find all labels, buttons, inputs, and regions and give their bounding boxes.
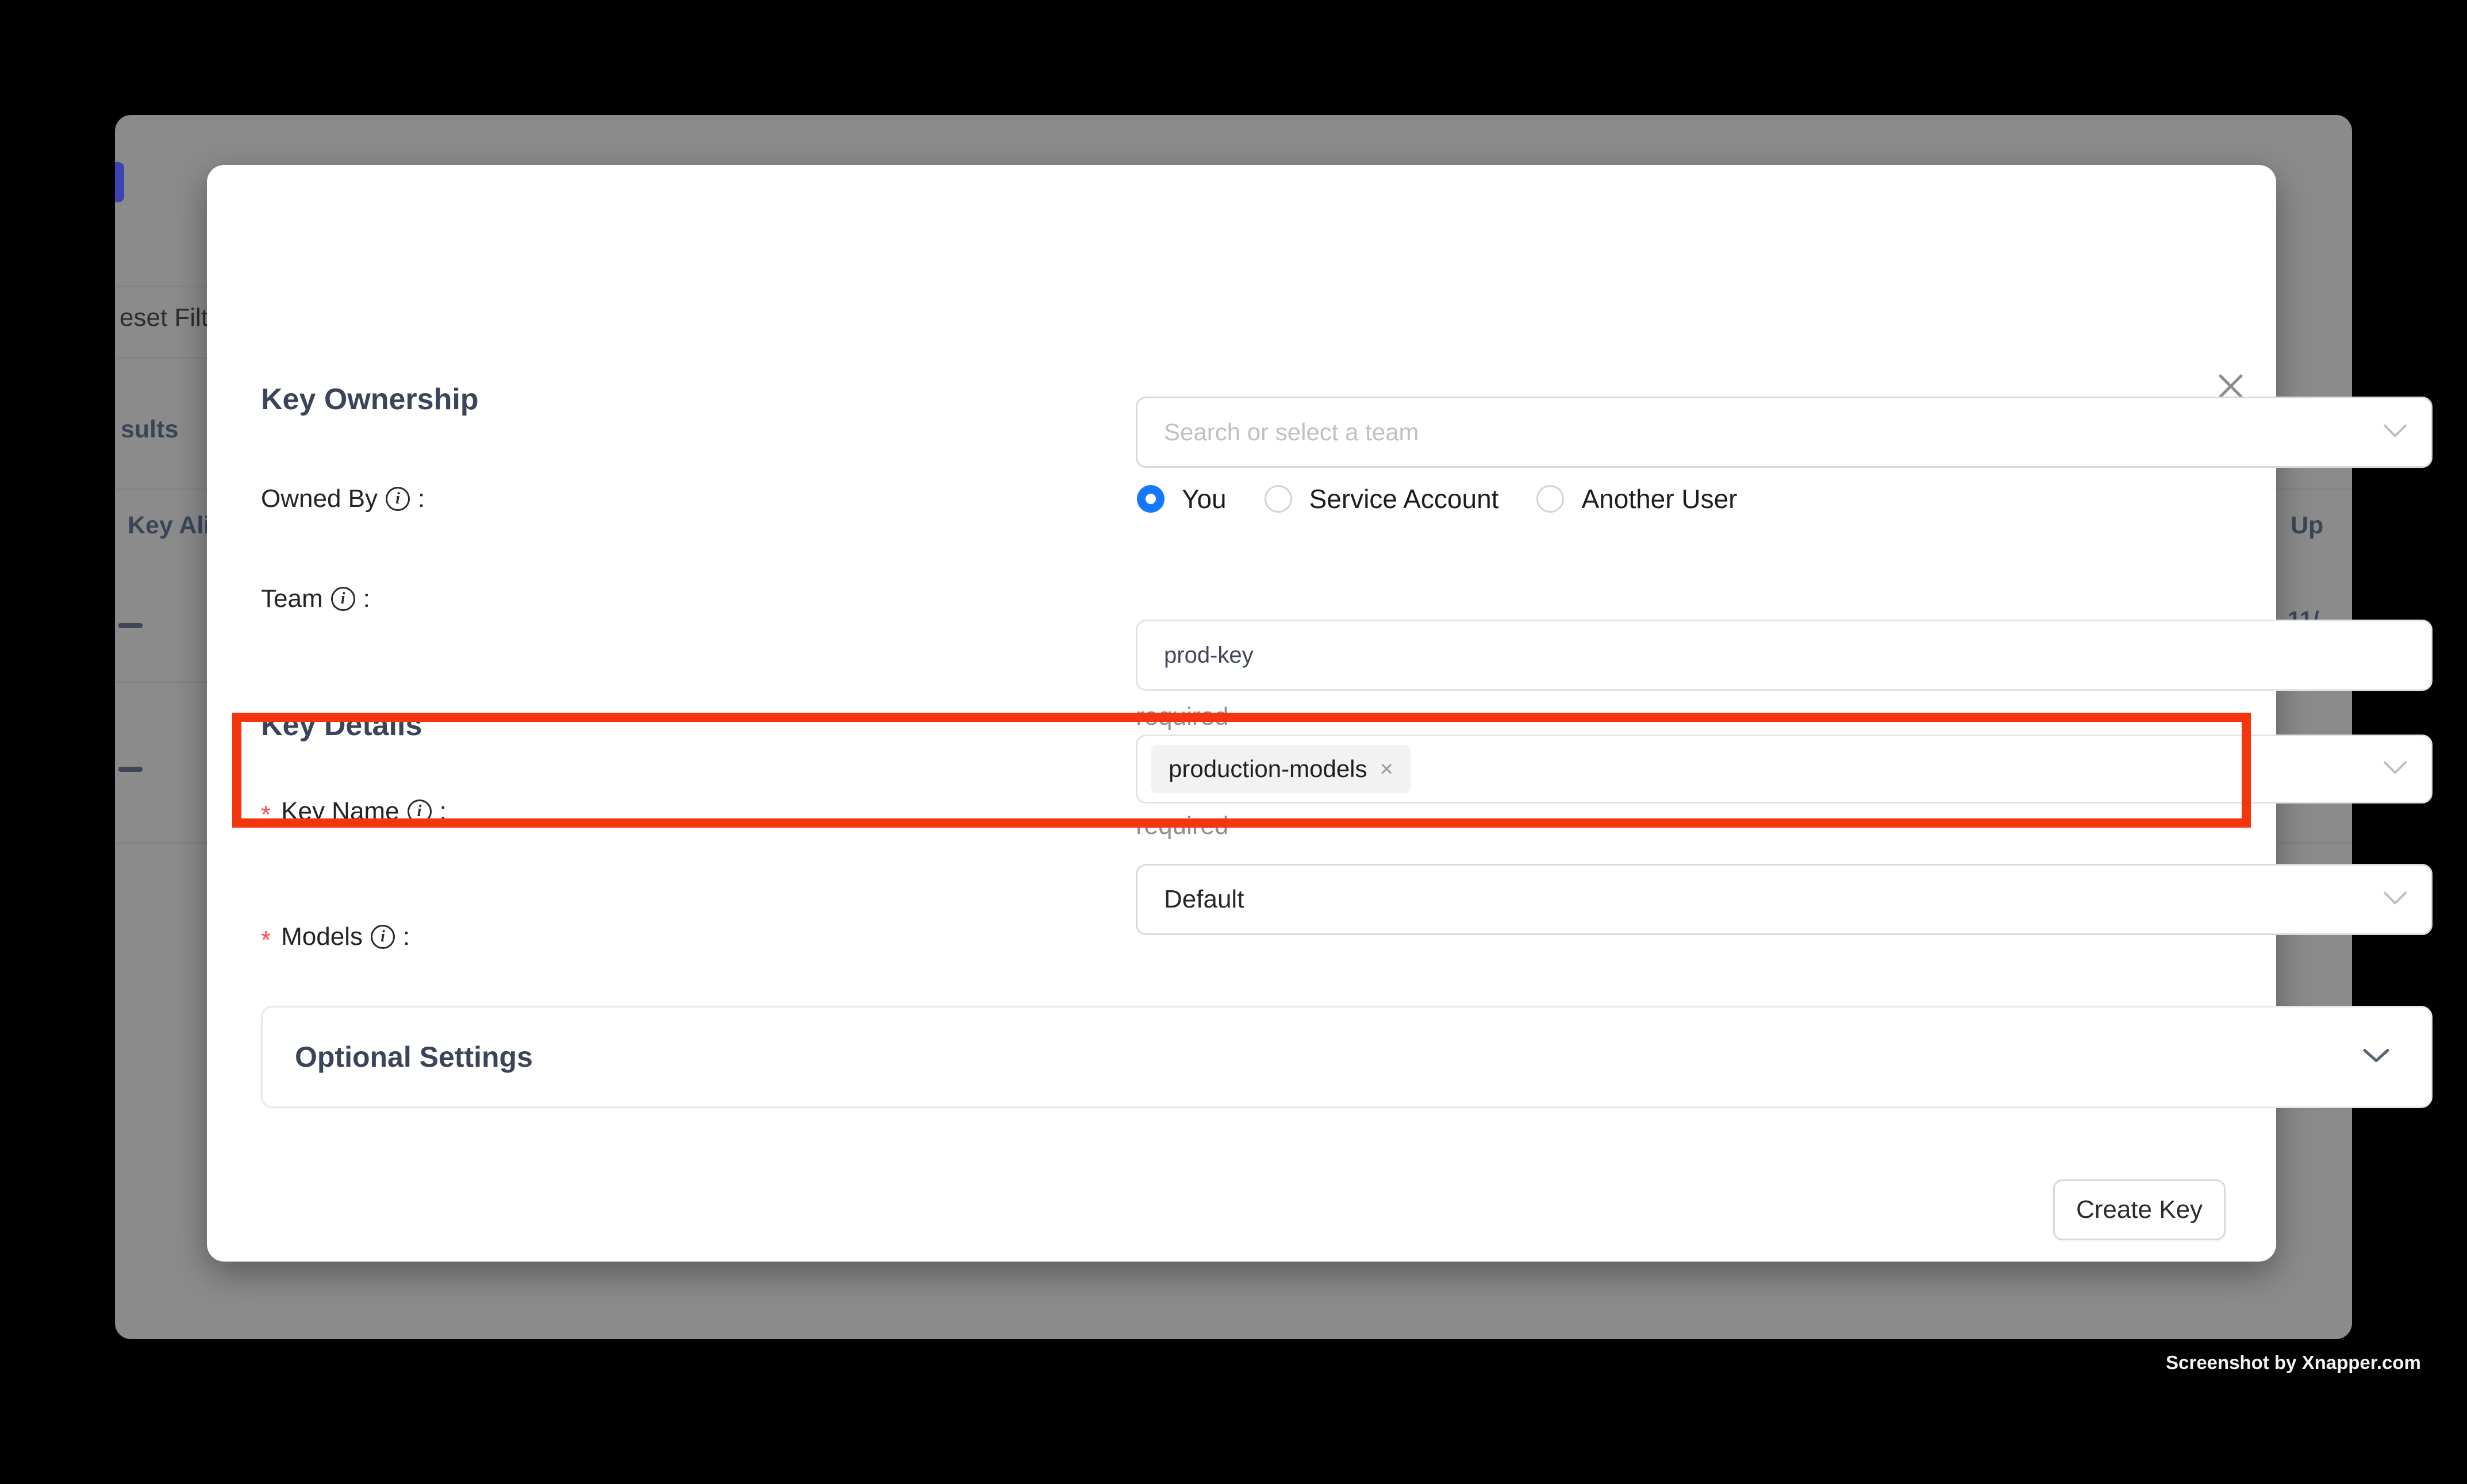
info-icon[interactable]: i [371, 925, 395, 949]
info-icon[interactable]: i [386, 487, 410, 511]
team-label-text: Team [261, 585, 323, 613]
info-icon[interactable]: i [408, 799, 432, 824]
owned-by-radio-group: You Service Account Another User [1137, 483, 1737, 514]
table-row-cell-dash [118, 623, 143, 628]
key-name-label: * Key Name i : [261, 797, 447, 826]
key-type-selected-value: Default [1164, 885, 1244, 914]
models-label: * Models i : [261, 922, 410, 951]
create-key-button[interactable]: Create Key [2053, 1179, 2226, 1240]
models-label-text: Models [281, 922, 363, 951]
results-count-partial-label: sults [121, 416, 178, 444]
radio-owned-by-service-account[interactable]: Service Account [1265, 483, 1499, 514]
info-icon[interactable]: i [331, 587, 355, 611]
create-key-modal: Key Ownership Owned By i : You Service A… [207, 165, 2276, 1262]
team-select-placeholder: Search or select a team [1164, 418, 1419, 446]
key-name-input[interactable]: prod-key [1136, 620, 2433, 691]
screenshot-root: eset Filt sults Key Alia Up 11/ 11/ Key … [0, 0, 2467, 1484]
models-select[interactable]: production-models × [1136, 735, 2433, 803]
owned-by-label-text: Owned By [261, 485, 378, 513]
radio-label: Service Account [1309, 483, 1499, 514]
clipped-blue-button [115, 162, 124, 202]
column-header-updated: Up [2291, 512, 2323, 540]
models-selected-tag: production-models × [1151, 745, 1411, 793]
chevron-down-icon [2383, 760, 2408, 778]
key-name-value: prod-key [1164, 643, 1254, 668]
required-asterisk: * [261, 926, 271, 955]
table-row-cell-dash [118, 767, 143, 772]
team-select[interactable]: Search or select a team [1136, 397, 2433, 468]
create-key-button-label: Create Key [2076, 1195, 2203, 1224]
section-title-key-details: Key Details [261, 708, 422, 743]
key-name-label-text: Key Name [281, 797, 399, 826]
radio-unselected-icon[interactable] [1536, 485, 1564, 513]
chevron-down-icon [2362, 1047, 2391, 1067]
radio-label: Another User [1581, 483, 1737, 514]
label-colon: : [403, 922, 410, 951]
tag-remove-icon[interactable]: × [1380, 758, 1393, 781]
label-colon: : [363, 585, 370, 613]
radio-unselected-icon[interactable] [1265, 485, 1292, 513]
chevron-down-icon [2383, 891, 2408, 909]
models-tag-label: production-models [1169, 755, 1367, 783]
radio-label: You [1182, 483, 1227, 514]
chevron-down-icon [2383, 424, 2408, 441]
key-type-select[interactable]: Default [1136, 864, 2433, 935]
label-colon: : [440, 797, 447, 826]
optional-settings-accordion[interactable]: Optional Settings [261, 1006, 2433, 1108]
owned-by-label: Owned By i : [261, 485, 425, 513]
team-label: Team i : [261, 585, 370, 613]
section-title-key-ownership: Key Ownership [261, 382, 479, 417]
optional-settings-title: Optional Settings [295, 1040, 533, 1074]
watermark-text: Screenshot by Xnapper.com [2166, 1352, 2421, 1374]
label-colon: : [418, 485, 425, 513]
reset-filters-partial-label[interactable]: eset Filt [120, 303, 208, 332]
models-validation-message: required [1136, 812, 1228, 840]
radio-owned-by-you[interactable]: You [1137, 483, 1227, 514]
radio-owned-by-another-user[interactable]: Another User [1536, 483, 1737, 514]
radio-selected-icon[interactable] [1137, 485, 1165, 513]
close-x-glyph [2217, 372, 2245, 400]
key-name-validation-message: required [1136, 702, 1228, 731]
required-asterisk: * [261, 801, 271, 829]
